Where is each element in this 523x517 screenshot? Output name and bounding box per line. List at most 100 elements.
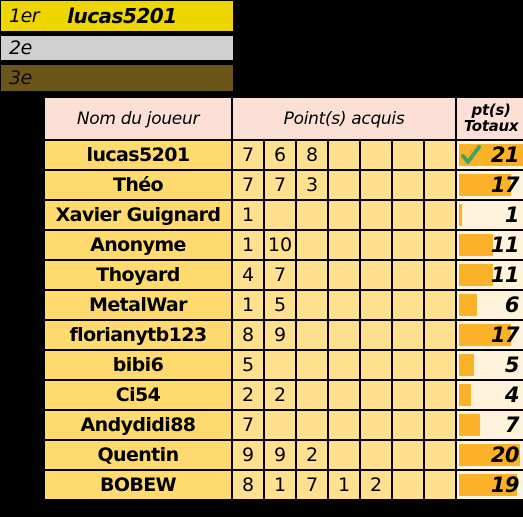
table-header: Nom du joueur Point(s) acquis pt(s) Tota…	[43, 96, 523, 141]
total-value: 11	[490, 263, 520, 287]
point-cell	[391, 319, 425, 351]
total-value-container: 21	[457, 143, 523, 167]
point-cell: 8	[295, 139, 329, 171]
point-cell	[422, 439, 458, 471]
point-cell: 4	[231, 259, 265, 291]
point-cell	[359, 319, 393, 351]
total-value-container: 1	[457, 203, 523, 227]
point-cell	[327, 259, 361, 291]
point-cell	[327, 139, 361, 171]
player-name-cell: Anonyme	[43, 229, 233, 261]
total-value-container: 19	[457, 473, 523, 497]
point-cell	[359, 139, 393, 171]
point-cell: 7	[231, 139, 265, 171]
player-name-cell: florianytb123	[43, 319, 233, 351]
total-value: 17	[490, 173, 520, 197]
point-cell: 1	[263, 469, 297, 501]
point-cell	[391, 379, 425, 411]
point-cell: 1	[231, 229, 265, 261]
table-row: lucas5201 7 6 8 21	[43, 139, 523, 171]
column-header-total-line2: Totaux	[463, 116, 519, 135]
point-cell	[359, 379, 393, 411]
total-cell: 7	[455, 409, 523, 441]
table-row: florianytb123 8 9 17	[43, 319, 523, 351]
total-value: 11	[490, 233, 520, 257]
point-cell	[359, 439, 393, 471]
player-name-cell: lucas5201	[43, 139, 233, 171]
point-cell	[422, 199, 458, 231]
player-name-cell: Thoyard	[43, 259, 233, 291]
table-row: Quentin 9 9 2 20	[43, 439, 523, 471]
total-value-container: 17	[457, 323, 523, 347]
point-cell	[327, 349, 361, 381]
point-cell	[391, 139, 425, 171]
point-cell: 2	[263, 379, 297, 411]
point-cell: 9	[263, 439, 297, 471]
player-name-cell: Xavier Guignard	[43, 199, 233, 231]
total-value-container: 4	[457, 383, 523, 407]
point-cell	[295, 289, 329, 321]
point-cell	[359, 289, 393, 321]
point-cell: 2	[359, 469, 393, 501]
point-cell	[295, 259, 329, 291]
point-cell	[391, 409, 425, 441]
point-cell	[295, 379, 329, 411]
point-cell: 6	[263, 139, 297, 171]
point-cell	[327, 289, 361, 321]
point-cell: 7	[231, 169, 265, 201]
podium-rank-list: 1er lucas5201 2e 3e	[0, 0, 234, 92]
point-cell	[391, 199, 425, 231]
column-header-points: Point(s) acquis	[230, 96, 458, 141]
point-cell	[422, 229, 458, 261]
point-cell	[263, 199, 297, 231]
point-cell	[422, 139, 458, 171]
podium-player-name: lucas5201	[67, 4, 177, 28]
player-name-cell: Ci54	[43, 379, 233, 411]
point-cell	[295, 319, 329, 351]
column-header-total: pt(s) Totaux	[455, 96, 523, 141]
total-value-container: 11	[457, 263, 523, 287]
total-cell: 17	[455, 169, 523, 201]
point-cell: 10	[263, 229, 297, 261]
total-value: 21	[490, 143, 520, 167]
player-name-cell: Théo	[43, 169, 233, 201]
table-row: bibi6 5 5	[43, 349, 523, 381]
total-cell: 4	[455, 379, 523, 411]
total-cell: 11	[455, 229, 523, 261]
point-cell	[327, 319, 361, 351]
point-cell: 8	[231, 469, 265, 501]
point-cell	[422, 349, 458, 381]
point-cell: 2	[231, 379, 265, 411]
point-cell: 2	[295, 439, 329, 471]
point-cell	[422, 319, 458, 351]
podium-rank-label: 1er	[9, 5, 40, 27]
total-cell: 19	[455, 469, 523, 501]
point-cell	[295, 349, 329, 381]
player-name-cell: MetalWar	[43, 289, 233, 321]
point-cell	[295, 409, 329, 441]
point-cell	[422, 409, 458, 441]
table-row: Thoyard 4 7 11	[43, 259, 523, 291]
check-icon	[461, 145, 482, 165]
point-cell	[422, 379, 458, 411]
point-cell: 3	[295, 169, 329, 201]
table-row: MetalWar 1 5 6	[43, 289, 523, 321]
point-cell	[359, 199, 393, 231]
player-name-cell: Quentin	[43, 439, 233, 471]
point-cell	[295, 229, 329, 261]
point-cell	[327, 169, 361, 201]
total-value: 7	[504, 413, 520, 437]
point-cell: 9	[263, 319, 297, 351]
point-cell: 8	[231, 319, 265, 351]
total-cell: 6	[455, 289, 523, 321]
total-value-container: 7	[457, 413, 523, 437]
point-cell: 1	[327, 469, 361, 501]
podium-rank-label: 3e	[9, 67, 32, 89]
total-cell: 17	[455, 319, 523, 351]
total-value-container: 5	[457, 353, 523, 377]
point-cell	[263, 349, 297, 381]
point-cell	[327, 199, 361, 231]
table-row: Théo 7 7 3 17	[43, 169, 523, 201]
point-cell	[263, 409, 297, 441]
point-cell: 5	[231, 349, 265, 381]
